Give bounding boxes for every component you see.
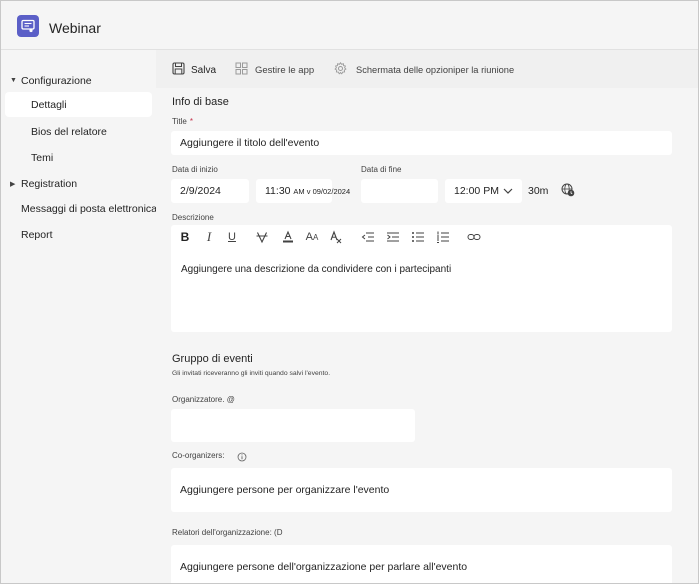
italic-icon[interactable]: I — [202, 230, 216, 244]
speakers-input[interactable]: Aggiungere persone dell'organizzazione p… — [171, 545, 672, 583]
title-label-text: Title — [172, 117, 187, 126]
event-group-hint: Gli invitati riceveranno gli inviti quan… — [172, 370, 331, 377]
highlight-icon[interactable] — [281, 230, 295, 244]
organizer-field[interactable] — [171, 409, 415, 442]
sidebar: ▼ Configurazione Dettagli Bios del relat… — [1, 50, 157, 583]
gear-icon — [334, 62, 347, 75]
coorganizers-label: Co-organizers: — [172, 451, 224, 460]
sidebar-item-temi[interactable]: Temi — [5, 145, 152, 170]
start-time-value: 11:30 — [265, 185, 291, 197]
caret-down-icon: ▼ — [10, 77, 17, 84]
sidebar-item-report[interactable]: Report — [21, 229, 53, 241]
outdent-icon[interactable] — [361, 230, 375, 244]
sidebar-item-dettagli[interactable]: Dettagli — [5, 92, 152, 117]
strikethrough-icon[interactable] — [255, 230, 269, 244]
title-label: Title * — [172, 117, 193, 126]
webinar-icon — [17, 15, 39, 37]
bullet-list-icon[interactable] — [411, 230, 425, 244]
link-icon[interactable] — [467, 230, 481, 244]
title-input-placeholder: Aggiungere il titolo dell'evento — [180, 137, 320, 149]
main-panel: Salva Gestire le app Schermata delle opz… — [156, 50, 698, 583]
start-time-select[interactable]: 11:30 AM v 09/02/2024 — [256, 179, 350, 203]
app-title: Webinar — [49, 20, 101, 36]
sidebar-item-bios[interactable]: Bios del relatore — [5, 119, 152, 144]
sidebar-item-label: Temi — [31, 152, 54, 164]
clear-formatting-icon[interactable] — [329, 230, 343, 244]
save-button-label: Salva — [191, 65, 217, 76]
manage-apps-label: Gestire le app — [255, 65, 315, 76]
manage-apps-button[interactable]: Gestire le app — [235, 62, 320, 80]
bold-icon[interactable]: B — [178, 230, 192, 244]
chevron-down-icon — [503, 188, 513, 194]
end-time-value: 12:00 PM — [454, 185, 499, 197]
sidebar-item-messaggi[interactable]: Messaggi di posta elettronica — [21, 203, 157, 215]
speakers-label: Relatori dell'organizzazione: (D — [172, 528, 283, 537]
font-size-icon[interactable]: AA — [305, 230, 319, 244]
save-button[interactable]: Salva — [172, 62, 222, 80]
caret-right-icon: ▶ — [10, 181, 16, 188]
rich-text-toolbar: B I U AA — [171, 225, 672, 249]
required-mark: * — [189, 117, 193, 126]
underline-icon[interactable]: U — [225, 230, 239, 244]
speakers-placeholder: Aggiungere persone dell'organizzazione p… — [180, 561, 468, 573]
title-input[interactable]: Aggiungere il titolo dell'evento — [171, 131, 672, 155]
sidebar-item-label: Dettagli — [31, 99, 67, 111]
description-editor[interactable]: Aggiungere una descrizione da condivider… — [171, 249, 672, 332]
duration-text: 30m — [528, 185, 549, 197]
window: Webinar ▼ Configurazione Dettagli Bios d… — [0, 0, 699, 584]
sidebar-group-label: Registration — [21, 178, 78, 190]
meeting-options-button[interactable]: Schermata delle opzioniper la riunione — [334, 62, 534, 80]
globe-clock-icon[interactable] — [561, 183, 575, 197]
sidebar-item-label: Bios del relatore — [31, 126, 107, 138]
description-placeholder: Aggiungere una descrizione da condivider… — [181, 264, 452, 275]
basic-info-title: Info di base — [172, 96, 229, 108]
coorganizers-label-text: Co-organizers: — [172, 451, 225, 460]
start-time-suffix: AM v 09/02/2024 — [293, 187, 351, 196]
app-header: Webinar — [1, 1, 698, 50]
numbered-list-icon[interactable] — [436, 230, 450, 244]
meeting-options-label: Schermata delle opzioniper la riunione — [356, 65, 515, 75]
coorganizers-input[interactable]: Aggiungere persone per organizzare l'eve… — [171, 468, 672, 512]
end-date-input[interactable] — [361, 179, 438, 203]
event-group-title: Gruppo di eventi — [172, 353, 253, 365]
toolbar: Salva Gestire le app Schermata delle opz… — [156, 50, 698, 88]
sidebar-group-label: Configurazione — [21, 75, 92, 87]
organizer-label: Organizzatore. @ — [172, 395, 235, 404]
indent-icon[interactable] — [386, 230, 400, 244]
end-date-label: Data di fine — [361, 165, 402, 174]
coorganizers-placeholder: Aggiungere persone per organizzare l'eve… — [180, 484, 390, 496]
start-date-value: 2/9/2024 — [180, 185, 221, 197]
info-icon[interactable] — [237, 452, 247, 462]
form-content: Info di base Title * Aggiungere il titolo… — [156, 88, 698, 583]
description-label: Descrizione — [172, 213, 214, 222]
start-date-label: Data di inizio — [172, 165, 218, 174]
start-date-input[interactable]: 2/9/2024 — [171, 179, 249, 203]
apps-grid-icon — [235, 62, 248, 75]
end-time-select[interactable]: 12:00 PM — [445, 179, 522, 203]
save-icon — [172, 62, 185, 75]
